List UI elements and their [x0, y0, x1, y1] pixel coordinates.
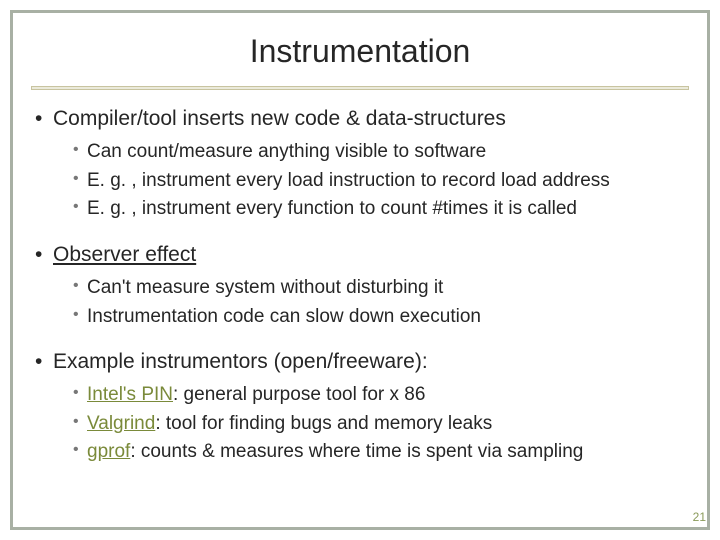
- bullet-level1: Example instrumentors (open/freeware):: [35, 349, 685, 375]
- divider-wrap: [13, 86, 707, 90]
- sub-list: Can't measure system without disturbing …: [35, 274, 685, 331]
- bullet-text: : general purpose tool for x 86: [173, 384, 425, 405]
- bullet-level2: Can't measure system without disturbing …: [73, 274, 685, 303]
- bullet-text: E. g. , instrument every load instructio…: [87, 170, 610, 191]
- bullet-text: E. g. , instrument every function to cou…: [87, 198, 577, 219]
- bullet-text: Observer effect: [53, 243, 196, 266]
- bullet-text: Instrumentation code can slow down execu…: [87, 306, 481, 327]
- bullet-text: Can't measure system without disturbing …: [87, 277, 443, 298]
- bullet-text: : tool for finding bugs and memory leaks: [155, 413, 492, 434]
- page-number: 21: [693, 510, 706, 524]
- bullet-level2: E. g. , instrument every function to cou…: [73, 195, 685, 224]
- slide-title: Instrumentation: [13, 33, 707, 70]
- bullet-level2: Can count/measure anything visible to so…: [73, 138, 685, 167]
- link-text[interactable]: Valgrind: [87, 413, 155, 434]
- bullet-level2: gprof: counts & measures where time is s…: [73, 438, 685, 467]
- bullet-text: Can count/measure anything visible to so…: [87, 141, 486, 162]
- link-text[interactable]: Intel's PIN: [87, 384, 173, 405]
- title-divider: [31, 86, 689, 90]
- bullet-text: Compiler/tool inserts new code & data-st…: [53, 107, 506, 130]
- bullet-level2: Valgrind: tool for finding bugs and memo…: [73, 410, 685, 439]
- slide-frame: Instrumentation Compiler/tool inserts ne…: [10, 10, 710, 530]
- sub-list: Intel's PIN: general purpose tool for x …: [35, 381, 685, 467]
- bullet-text: : counts & measures where time is spent …: [130, 441, 583, 462]
- bullet-text: Example instrumentors (open/freeware):: [53, 350, 428, 373]
- bullet-level2: Instrumentation code can slow down execu…: [73, 303, 685, 332]
- link-text[interactable]: gprof: [87, 441, 130, 462]
- slide-content: Compiler/tool inserts new code & data-st…: [13, 106, 707, 467]
- bullet-level1: Observer effect: [35, 242, 685, 268]
- sub-list: Can count/measure anything visible to so…: [35, 138, 685, 224]
- bullet-level1: Compiler/tool inserts new code & data-st…: [35, 106, 685, 132]
- bullet-level2: E. g. , instrument every load instructio…: [73, 167, 685, 196]
- bullet-level2: Intel's PIN: general purpose tool for x …: [73, 381, 685, 410]
